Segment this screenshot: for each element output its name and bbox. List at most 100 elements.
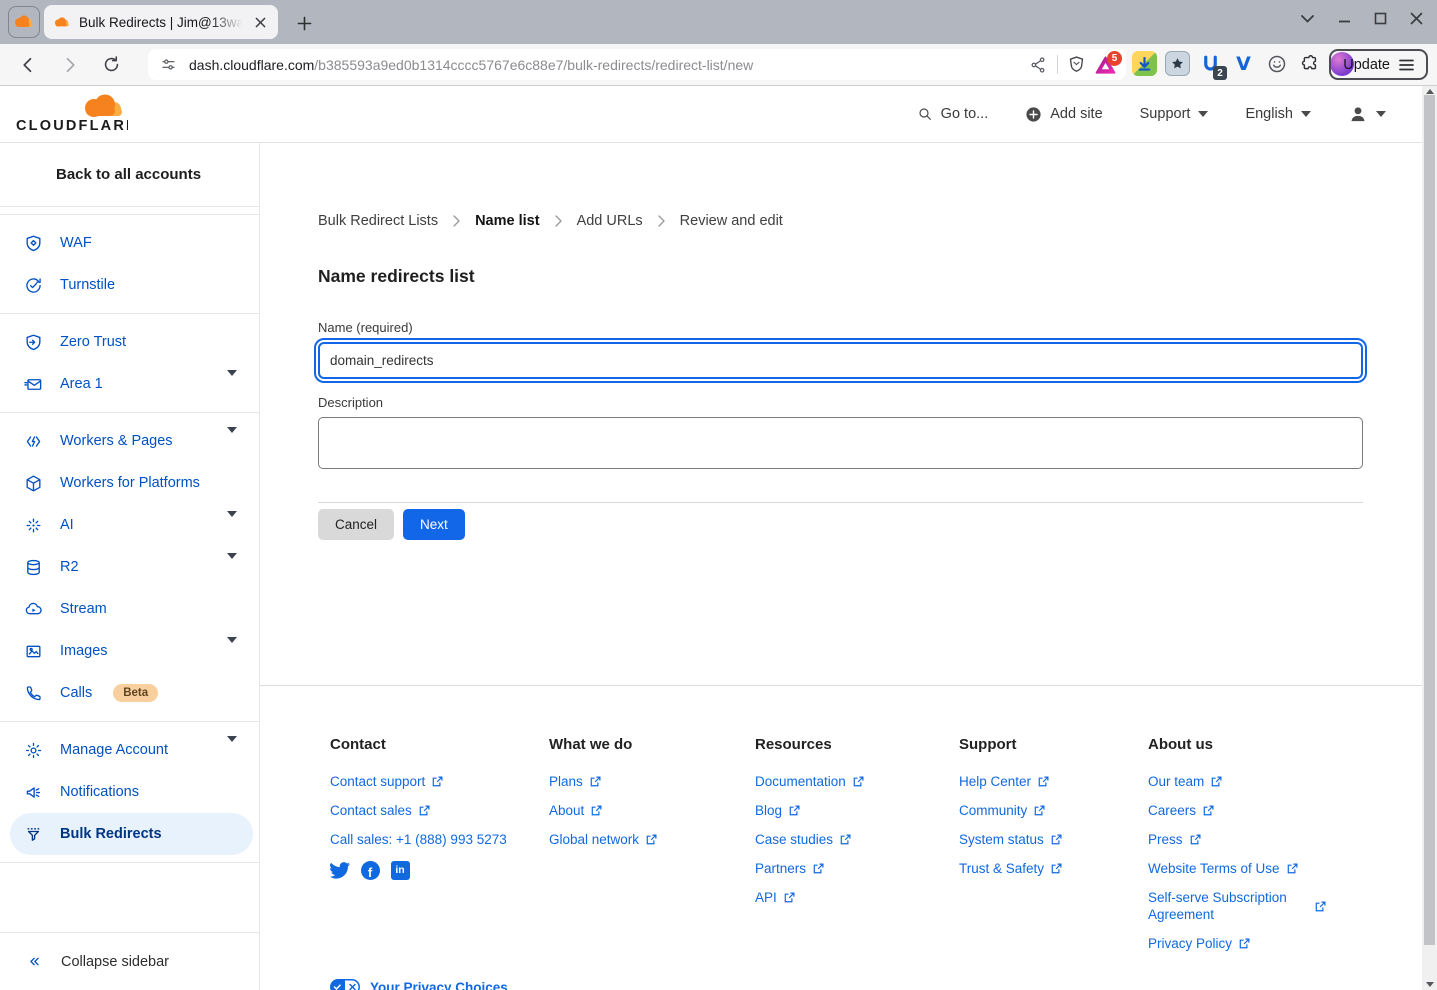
- chevron-down-icon: [227, 559, 237, 575]
- window-controls: [1300, 12, 1423, 25]
- sidebar-item-images[interactable]: Images: [0, 630, 259, 672]
- chevron-down-icon: [227, 742, 237, 758]
- url-path: /b385593a9ed0b1314cccc5767e6c88e7/bulk-r…: [314, 57, 753, 73]
- image-icon: [24, 642, 43, 661]
- footer-link-documentation[interactable]: Documentation: [755, 773, 935, 790]
- sidebar-item-workers-pages[interactable]: Workers & Pages: [0, 420, 259, 462]
- breadcrumb-add-urls[interactable]: Add URLs: [577, 213, 643, 229]
- goto-search[interactable]: Go to...: [917, 106, 989, 122]
- forward-button-icon[interactable]: [54, 49, 85, 80]
- footer-link-contact-support[interactable]: Contact support: [330, 773, 510, 790]
- footer-link-trust-safety[interactable]: Trust & Safety: [959, 860, 1139, 877]
- browser-app-button[interactable]: [8, 6, 40, 38]
- add-site-button[interactable]: Add site: [1025, 106, 1102, 123]
- sidebar-item-area1[interactable]: Area 1: [0, 363, 259, 405]
- breadcrumb-review-and-edit[interactable]: Review and edit: [680, 213, 783, 229]
- sidebar-item-notifications[interactable]: Notifications: [0, 771, 259, 813]
- back-to-accounts-link[interactable]: Back to all accounts: [0, 143, 259, 207]
- footer-link-website-terms[interactable]: Website Terms of Use: [1148, 860, 1328, 877]
- privacy-choices-link[interactable]: Your Privacy Choices: [330, 979, 508, 990]
- footer-link-plans[interactable]: Plans: [549, 773, 729, 790]
- footer-link-our-team[interactable]: Our team: [1148, 773, 1328, 790]
- site-settings-icon[interactable]: [160, 56, 177, 73]
- reload-button-icon[interactable]: [96, 49, 127, 80]
- description-input[interactable]: [318, 417, 1363, 469]
- footer-link-call-sales[interactable]: Call sales: +1 (888) 993 5273: [330, 831, 510, 848]
- footer-link-about[interactable]: About: [549, 802, 729, 819]
- linkedin-icon[interactable]: in: [390, 860, 410, 880]
- scrollbar-up-arrow[interactable]: [1426, 89, 1434, 94]
- account-menu[interactable]: [1348, 104, 1386, 124]
- chevron-down-icon: [1198, 111, 1208, 117]
- maximize-button[interactable]: [1374, 12, 1387, 25]
- footer-link-privacy-policy[interactable]: Privacy Policy: [1148, 935, 1328, 952]
- sidebar-item-label: Workers & Pages: [60, 433, 173, 449]
- chevron-down-icon: [1301, 111, 1311, 117]
- footer-link-blog[interactable]: Blog: [755, 802, 935, 819]
- name-input[interactable]: [318, 342, 1363, 379]
- extension-chat-icon[interactable]: [1264, 51, 1289, 76]
- brave-shield-icon[interactable]: [1068, 55, 1085, 74]
- new-tab-button[interactable]: [290, 9, 318, 37]
- footer-link-self-serve-agreement[interactable]: Self-serve Subscription Agreement: [1148, 889, 1328, 923]
- scrollbar-down-arrow[interactable]: [1426, 982, 1434, 987]
- sidebar-item-manage-account[interactable]: Manage Account: [0, 729, 259, 771]
- back-button-icon[interactable]: [12, 49, 43, 80]
- sidebar-item-ai[interactable]: AI: [0, 504, 259, 546]
- sidebar-item-calls[interactable]: Calls Beta: [0, 672, 259, 714]
- extension-u-badge-icon[interactable]: 2: [1198, 51, 1223, 76]
- external-link-icon: [784, 892, 795, 903]
- footer-link-case-studies[interactable]: Case studies: [755, 831, 935, 848]
- cloudflare-dashboard-page: CLOUDFLARE Go to... Add site Support Eng…: [0, 86, 1422, 990]
- cloudflare-logo[interactable]: CLOUDFLARE: [16, 94, 128, 134]
- update-button[interactable]: Update: [1329, 49, 1428, 80]
- minimize-button[interactable]: [1338, 12, 1351, 25]
- footer-link-community[interactable]: Community: [959, 802, 1139, 819]
- footer-link-system-status[interactable]: System status: [959, 831, 1139, 848]
- sidebar-item-workers-for-platforms[interactable]: Workers for Platforms: [0, 462, 259, 504]
- extension-v-icon[interactable]: V: [1231, 51, 1256, 76]
- beta-badge: Beta: [113, 684, 158, 702]
- url-bar[interactable]: dash.cloudflare.com/b385593a9ed0b1314ccc…: [148, 49, 1126, 80]
- chevron-right-icon: [658, 215, 665, 227]
- browser-tab[interactable]: Bulk Redirects | Jim@13ways: [44, 5, 278, 39]
- page-title: Name redirects list: [318, 266, 1363, 287]
- extension-star-icon[interactable]: [1165, 51, 1190, 76]
- external-link-icon: [1315, 901, 1326, 912]
- sidebar-item-stream[interactable]: Stream: [0, 588, 259, 630]
- footer-link-help-center[interactable]: Help Center: [959, 773, 1139, 790]
- footer-link-api[interactable]: API: [755, 889, 935, 906]
- facebook-icon[interactable]: f: [360, 860, 380, 880]
- footer-link-careers[interactable]: Careers: [1148, 802, 1328, 819]
- language-menu[interactable]: English: [1245, 106, 1311, 122]
- footer-link-press[interactable]: Press: [1148, 831, 1328, 848]
- sidebar-item-waf[interactable]: WAF: [0, 222, 259, 264]
- breadcrumb-bulk-redirect-lists[interactable]: Bulk Redirect Lists: [318, 213, 438, 229]
- scrollbar-thumb[interactable]: [1424, 95, 1435, 945]
- language-label: English: [1245, 106, 1293, 122]
- sidebar-item-bulk-redirects[interactable]: Bulk Redirects: [10, 813, 253, 855]
- tab-list-chevron-icon[interactable]: [1300, 14, 1315, 24]
- sidebar-item-zero-trust[interactable]: Zero Trust: [0, 321, 259, 363]
- close-window-button[interactable]: [1410, 12, 1423, 25]
- sidebar-item-label: Area 1: [60, 376, 103, 392]
- next-button[interactable]: Next: [403, 509, 465, 540]
- sidebar-item-turnstile[interactable]: Turnstile: [0, 264, 259, 306]
- cancel-button[interactable]: Cancel: [318, 509, 394, 540]
- tab-close-icon[interactable]: [251, 13, 269, 31]
- footer-link-partners[interactable]: Partners: [755, 860, 935, 877]
- twitter-icon[interactable]: [330, 860, 350, 880]
- page-scrollbar[interactable]: [1422, 86, 1437, 990]
- external-link-icon: [1038, 776, 1049, 787]
- support-menu[interactable]: Support: [1140, 106, 1209, 122]
- collapse-sidebar-button[interactable]: Collapse sidebar: [0, 932, 259, 990]
- sidebar-item-r2[interactable]: R2: [0, 546, 259, 588]
- extensions-puzzle-icon[interactable]: [1297, 51, 1322, 76]
- cube-icon: [24, 474, 43, 493]
- extension-download-icon[interactable]: [1132, 51, 1157, 76]
- share-icon[interactable]: [1029, 56, 1047, 74]
- footer-link-global-network[interactable]: Global network: [549, 831, 729, 848]
- brave-rewards-icon[interactable]: 5: [1095, 56, 1116, 74]
- footer-link-contact-sales[interactable]: Contact sales: [330, 802, 510, 819]
- update-label: Update: [1343, 57, 1390, 73]
